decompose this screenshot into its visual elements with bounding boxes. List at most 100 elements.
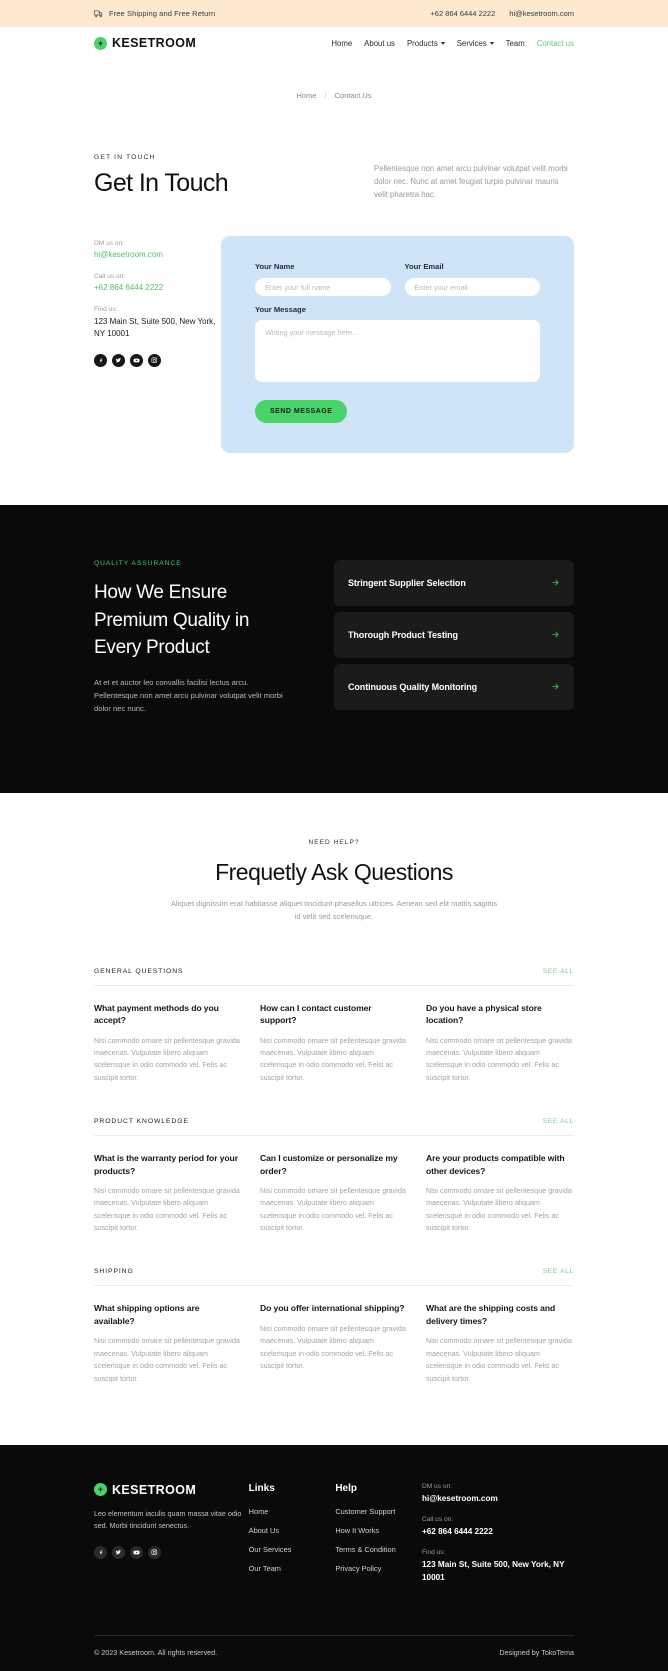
faq-group-product-knowledge: PRODUCT KNOWLEDGE SEE ALL What is the wa… [94,1118,574,1238]
footer-contact-label: Find us: [421,1549,446,1557]
facebook-icon[interactable] [94,353,107,367]
footer-link-our-services[interactable]: Our Services [249,1545,331,1554]
faq-item[interactable]: Do you offer international shipping? Nis… [260,1302,408,1384]
nav-item-services[interactable]: Services [457,39,494,48]
nav-label: Home [331,38,353,48]
nav-label: Contact us [536,38,574,48]
footer-link-customer-support[interactable]: Customer Support [335,1507,417,1516]
footer-contact-column: DM us on: hi@kesetroom.com Call us on: +… [422,1483,574,1595]
breadcrumb-home[interactable]: Home [296,91,316,100]
breadcrumb-current: Contact Us [334,91,372,100]
nav-item-about-us[interactable]: About us [364,39,395,48]
footer-contact-email[interactable]: hi@kesetroom.com [422,1493,574,1505]
faq-group-general-questions: GENERAL QUESTIONS SEE ALL What payment m… [94,968,574,1088]
topbar-email[interactable]: hi@kesetroom.com [509,9,574,18]
contact-form: Your Name Your Email Your Message SEND M… [221,235,574,454]
chevron-down-icon [489,41,494,45]
nav-label: Team [505,38,525,48]
instagram-icon[interactable] [148,1545,161,1559]
faq-item[interactable]: What are the shipping costs and delivery… [426,1302,574,1384]
contact-address: 123 Main St, Suite 500, New York, NY 100… [94,316,216,338]
quality-assurance-section: QUALITY ASSURANCE How We Ensure Premium … [0,505,668,793]
contact-label: DM us on: [94,239,125,247]
topbar-phone[interactable]: +62 864 6444 2222 [430,9,495,18]
faq-answer: Nisi commodo ornare sit pellentesque gra… [94,1185,240,1233]
faq-see-all-link[interactable]: SEE ALL [543,1118,574,1125]
faq-answer: Nisi commodo ornare sit pellentesque gra… [260,1185,406,1233]
field-message: Your Message [255,305,540,387]
logo-text: KESETROOM [112,36,197,50]
faq-answer: Nisi commodo ornare sit pellentesque gra… [94,1035,240,1082]
faq-item[interactable]: Can I customize or personalize my order?… [260,1152,408,1234]
footer-link-our-team[interactable]: Our Team [249,1564,331,1573]
announcement-bar: Free Shipping and Free Return +62 864 64… [0,0,668,27]
nav-item-contact-us[interactable]: Contact us [537,39,574,48]
message-textarea[interactable] [255,320,540,383]
quality-body: At et et auctor leo convallis facilisi l… [94,677,283,713]
contact-phone[interactable]: +62 864 6444 2222 [94,283,216,292]
truck-icon [94,9,103,18]
name-input[interactable] [255,278,391,297]
footer-contact-label: Call us on: [421,1516,454,1524]
faq-item[interactable]: What shipping options are available? Nis… [94,1302,242,1384]
nav-item-products[interactable]: Products [407,39,445,48]
shipping-text: Free Shipping and Free Return [109,9,216,18]
quality-item-label: Stringent Supplier Selection [348,578,466,589]
email-label: Your Email [404,261,444,271]
faq-question: What are the shipping costs and delivery… [426,1303,556,1326]
nav-item-home[interactable]: Home [331,39,352,48]
get-in-touch-section: GET IN TOUCH Get In Touch Pellentesque n… [0,126,668,505]
footer-social-links [94,1545,244,1559]
faq-header: NEED HELP? Frequetly Ask Questions Aliqu… [94,839,574,924]
instagram-icon[interactable] [148,353,161,367]
faq-answer: Nisi commodo ornare sit pellentesque gra… [260,1035,406,1082]
faq-item[interactable]: How can I contact customer support? Nisi… [260,1002,408,1084]
footer-contact-address: Find us: 123 Main St, Suite 500, New Yor… [422,1549,574,1584]
faq-item[interactable]: What payment methods do you accept? Nisi… [94,1002,242,1084]
nav-item-team[interactable]: Team [506,39,525,48]
footer-link-terms-condition[interactable]: Terms & Condition [335,1545,417,1554]
footer-logo[interactable]: KESETROOM [94,1483,244,1497]
nav-label: Services [456,38,487,48]
quality-item-supplier-selection[interactable]: Stringent Supplier Selection [334,560,574,607]
footer-contact-label: DM us on: [421,1482,453,1490]
facebook-icon[interactable] [94,1545,107,1559]
faq-item[interactable]: What is the warranty period for your pro… [94,1152,242,1234]
send-message-button[interactable]: SEND MESSAGE [255,400,348,424]
logo[interactable]: KESETROOM [94,36,196,50]
get-in-touch-eyebrow: GET IN TOUCH [94,154,156,161]
footer-link-privacy-policy[interactable]: Privacy Policy [335,1564,417,1573]
footer-bottom-bar: © 2023 Kesetroom. All rights reserved. D… [94,1635,574,1671]
faq-answer: Nisi commodo ornare sit pellentesque gra… [426,1336,572,1383]
faq-see-all-link[interactable]: SEE ALL [543,968,574,975]
faq-item[interactable]: Are your products compatible with other … [426,1152,574,1234]
chevron-down-icon [440,41,445,45]
faq-group-shipping: SHIPPING SEE ALL What shipping options a… [94,1268,574,1388]
contact-email[interactable]: hi@kesetroom.com [94,250,216,259]
nav-label: Products [406,38,438,48]
faq-subtitle: Aliquet dignissim erat habitasse aliquet… [170,898,498,921]
twitter-icon[interactable] [112,353,125,367]
twitter-icon[interactable] [112,1545,125,1559]
youtube-icon[interactable] [130,353,143,367]
footer-link-about-us[interactable]: About Us [249,1526,331,1535]
footer-help-title: Help [335,1482,357,1494]
footer-contact-dm: DM us on: hi@kesetroom.com [422,1483,574,1505]
footer-link-home[interactable]: Home [249,1507,331,1516]
faq-question: Do you have a physical store location? [426,1002,542,1026]
footer-link-how-it-works[interactable]: How It Works [335,1526,417,1535]
faq-eyebrow: NEED HELP? [308,838,360,846]
youtube-icon[interactable] [130,1545,143,1559]
breadcrumb-separator: / [324,91,327,100]
copyright-text: © 2023 Kesetroom. All rights reserved. [94,1648,218,1658]
faq-question: What is the warranty period for your pro… [94,1153,238,1176]
email-input[interactable] [404,278,540,297]
faq-answer: Nisi commodo ornare sit pellentesque gra… [426,1035,572,1082]
quality-item-quality-monitoring[interactable]: Continuous Quality Monitoring [334,664,574,711]
social-links [94,353,216,367]
quality-item-product-testing[interactable]: Thorough Product Testing [334,612,574,659]
footer-contact-phone[interactable]: +62 864 6444 2222 [422,1526,574,1538]
faq-see-all-link[interactable]: SEE ALL [543,1268,574,1275]
faq-title: Frequetly Ask Questions [215,858,453,885]
faq-item[interactable]: Do you have a physical store location? N… [426,1002,574,1084]
